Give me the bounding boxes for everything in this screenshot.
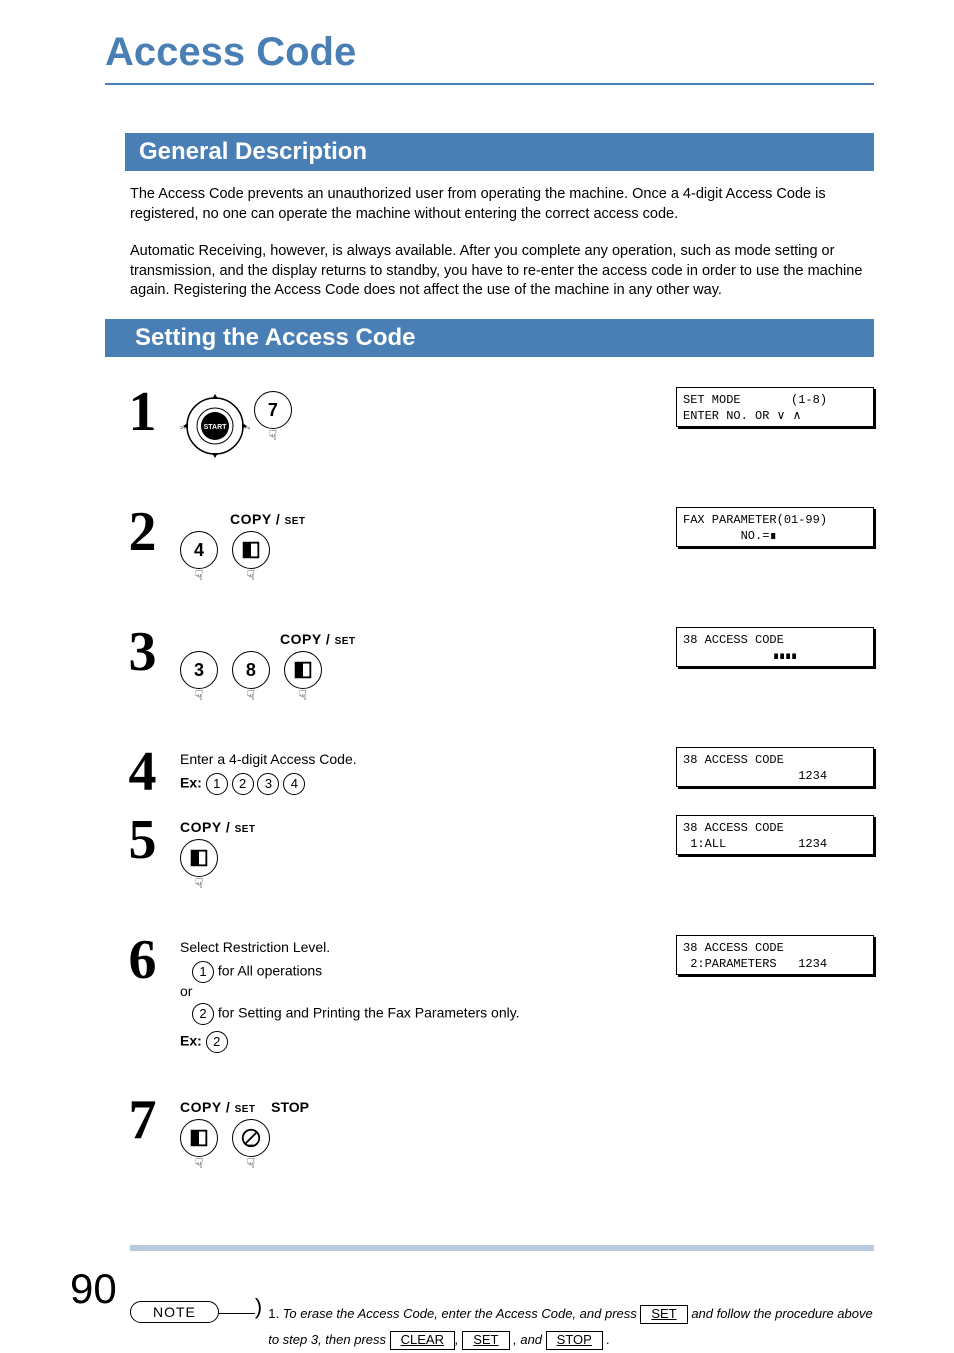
note-sep2: , and [510, 1332, 546, 1347]
note-text-a: To erase the Access Code, enter the Acce… [283, 1306, 641, 1321]
step-row: 5 COPY / SET ☟ 38 ACCESS CODE 1:ALL 1234 [105, 815, 874, 905]
lcd-line2: 2:PARAMETERS 1234 [683, 957, 827, 971]
lcd-display: 38 ACCESS CODE ∎∎∎∎ [676, 627, 874, 667]
step-number: 4 [105, 747, 180, 797]
or-text: or [180, 983, 676, 999]
note-badge: NOTE [130, 1301, 219, 1323]
lcd-display: FAX PARAMETER(01-99) NO.=∎ [676, 507, 874, 547]
ex-key-2: 2 [232, 773, 254, 795]
step-number: 1 [105, 387, 180, 437]
step-number: 6 [105, 935, 180, 985]
step-number: 3 [105, 627, 180, 677]
page-number: 90 [70, 1265, 117, 1313]
note-btn-clear: CLEAR [390, 1331, 455, 1350]
set-icon [232, 531, 270, 569]
lcd-line1: FAX PARAMETER(01-99) [683, 513, 827, 527]
lcd-line1: 38 ACCESS CODE [683, 753, 784, 767]
lcd-display: 38 ACCESS CODE 2:PARAMETERS 1234 [676, 935, 874, 975]
note-btn-stop: STOP [546, 1331, 603, 1350]
general-para-2: Automatic Receiving, however, is always … [130, 242, 874, 301]
lcd-display: SET MODE (1-8) ENTER NO. OR ∨ ∧ [676, 387, 874, 427]
press-icon: ☟ [232, 687, 270, 704]
keypad-3: 3 [180, 651, 218, 689]
keypad-7: 7 [254, 391, 292, 429]
title-rule [105, 83, 874, 85]
svg-text:START: START [204, 424, 228, 431]
lcd-display: 38 ACCESS CODE 1:ALL 1234 [676, 815, 874, 855]
lcd-line2: NO.=∎ [683, 529, 777, 543]
option-text-2: for Setting and Printing the Fax Paramet… [214, 1005, 520, 1021]
svg-text:FUNCTION: FUNCTION [245, 425, 250, 430]
section-setting-heading: Setting the Access Code [105, 319, 874, 357]
press-icon: ☟ [232, 567, 270, 584]
lcd-line1: SET MODE (1-8) [683, 393, 827, 407]
ex-label: Ex: [180, 1033, 202, 1049]
ex-key: 2 [206, 1031, 228, 1053]
step-text: Select Restriction Level. [180, 939, 676, 955]
note-btn-set: SET [640, 1305, 687, 1324]
lcd-line1: 38 ACCESS CODE [683, 821, 784, 835]
svg-text:DIRECTORY SEARCH: DIRECTORY SEARCH [180, 425, 185, 430]
divider-bar [130, 1245, 874, 1251]
set-icon [180, 839, 218, 877]
step-number: 2 [105, 507, 180, 557]
set-icon [180, 1119, 218, 1157]
lcd-line1: 38 ACCESS CODE [683, 633, 784, 647]
note-connector [219, 1313, 255, 1314]
step-row: 4 Enter a 4-digit Access Code. Ex: 1 2 3… [105, 747, 874, 803]
copy-set-label: COPY / SET [180, 819, 256, 835]
keypad-8: 8 [232, 651, 270, 689]
section-general-heading: General Description [105, 133, 874, 171]
stop-icon [232, 1119, 270, 1157]
note-sep1: , [455, 1332, 462, 1347]
step-row: 3 COPY / SET 3 ☟ 8 ☟ ☟ 38 ACCESS CO [105, 627, 874, 717]
note-item-num: 1. [268, 1306, 279, 1321]
ex-key-4: 4 [283, 773, 305, 795]
option-key-1: 1 [192, 961, 214, 983]
page-title: Access Code [105, 30, 874, 75]
step-row: 7 COPY / SET STOP ☟ ☟ [105, 1095, 874, 1185]
copy-set-label: COPY / SET [230, 511, 306, 527]
press-icon: ☟ [180, 687, 218, 704]
note-paren: ) [255, 1299, 262, 1314]
copy-set-label: COPY / SET [180, 1099, 256, 1115]
step-number: 5 [105, 815, 180, 865]
step-text: Enter a 4-digit Access Code. [180, 751, 676, 767]
ex-label: Ex: [180, 775, 202, 791]
step-row: 6 Select Restriction Level. 1 for All op… [105, 935, 874, 1065]
lcd-line2: 1234 [683, 769, 827, 783]
press-icon: ☟ [254, 427, 292, 444]
note-block: NOTE ) 1. To erase the Access Code, ente… [130, 1301, 874, 1353]
press-icon: ☟ [180, 567, 218, 584]
press-icon: ☟ [180, 875, 218, 892]
option-text-1: for All operations [214, 963, 322, 979]
note-btn-set2: SET [462, 1331, 509, 1350]
copy-set-label: COPY / SET [280, 631, 356, 647]
lcd-line2: ∎∎∎∎ [683, 651, 797, 663]
lcd-line1: 38 ACCESS CODE [683, 941, 784, 955]
ex-key-3: 3 [257, 773, 279, 795]
dial-icon: START DIRECTORY SEARCH FUNCTION [180, 391, 250, 464]
keypad-4: 4 [180, 531, 218, 569]
set-icon [284, 651, 322, 689]
lcd-line2: ENTER NO. OR ∨ ∧ [683, 409, 801, 423]
press-icon: ☟ [284, 687, 322, 704]
step-row: 2 COPY / SET 4 ☟ ☟ FAX PARAMETER(01-99) … [105, 507, 874, 597]
lcd-line2: 1:ALL 1234 [683, 837, 827, 851]
press-icon: ☟ [180, 1155, 218, 1172]
lcd-display: 38 ACCESS CODE 1234 [676, 747, 874, 787]
step-number: 7 [105, 1095, 180, 1145]
note-text: 1. To erase the Access Code, enter the A… [268, 1301, 874, 1353]
option-key-2: 2 [192, 1003, 214, 1025]
step-row: 1 START DIRECTORY SEARCH FUNCTION 7 [105, 387, 874, 477]
general-para-1: The Access Code prevents an unauthorized… [130, 185, 874, 224]
stop-label: STOP [271, 1099, 309, 1115]
note-end: . [603, 1332, 610, 1347]
press-icon: ☟ [232, 1155, 270, 1172]
ex-key-1: 1 [206, 773, 228, 795]
